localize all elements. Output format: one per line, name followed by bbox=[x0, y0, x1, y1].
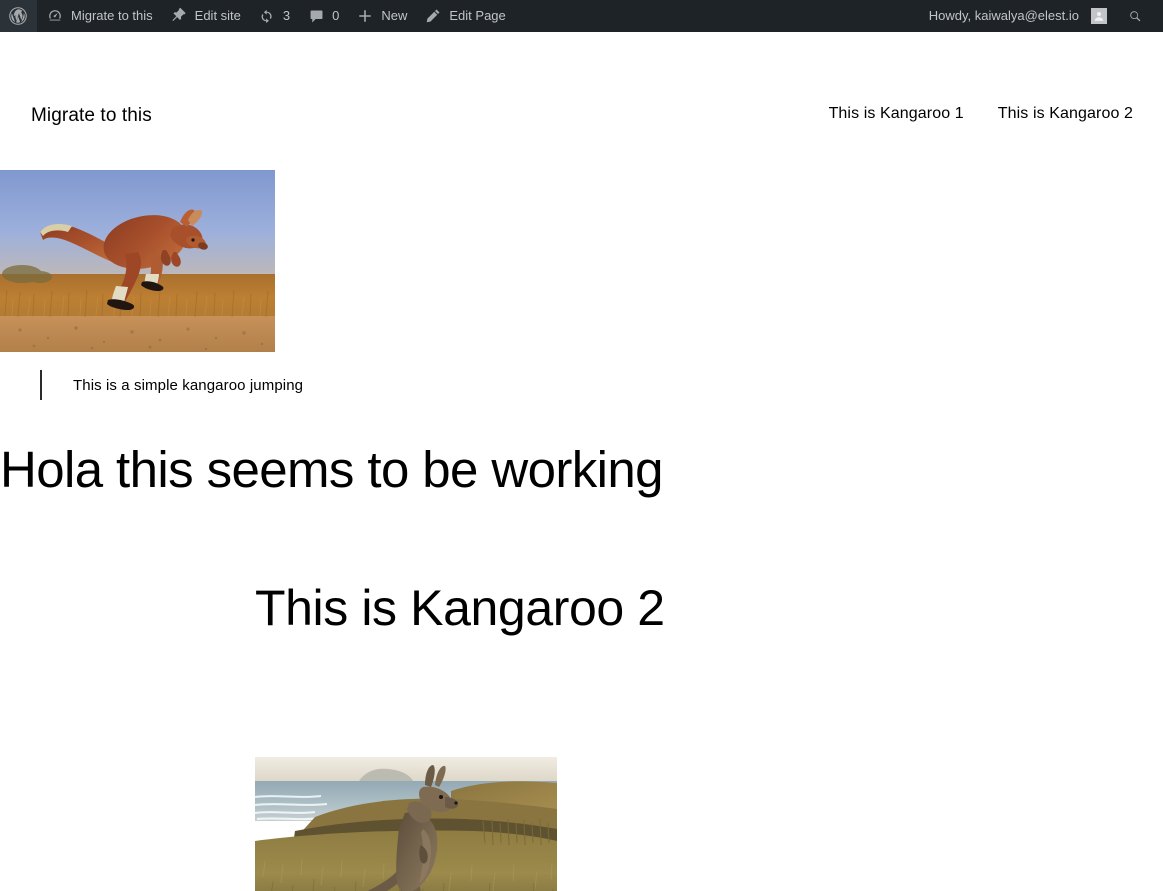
site-title[interactable]: Migrate to this bbox=[31, 105, 152, 127]
admin-bar-my-account[interactable]: Howdy, kaiwalya@elest.io bbox=[921, 0, 1115, 32]
admin-bar-site-name[interactable]: Migrate to this bbox=[37, 0, 161, 32]
grey-kangaroo-coastal-photo bbox=[255, 757, 557, 891]
search-icon bbox=[1125, 6, 1145, 26]
admin-bar-new-content[interactable]: New bbox=[347, 0, 415, 32]
dashboard-icon bbox=[45, 6, 65, 26]
admin-bar-site-name-label: Migrate to this bbox=[71, 0, 153, 32]
site-header: Migrate to this This is Kangaroo 1 This … bbox=[0, 32, 1163, 138]
kangaroo-blockquote-text: This is a simple kangaroo jumping bbox=[73, 377, 303, 394]
admin-bar-edit-page-label: Edit Page bbox=[449, 0, 505, 32]
admin-bar-edit-site[interactable]: Edit site bbox=[161, 0, 249, 32]
wordpress-admin-bar: Migrate to this Edit site 3 bbox=[0, 0, 1163, 32]
admin-bar-right-group: Howdy, kaiwalya@elest.io bbox=[921, 0, 1163, 32]
heading-hola: Hola this seems to be working bbox=[0, 440, 663, 500]
admin-bar-updates-count: 3 bbox=[283, 0, 290, 32]
nav-item-kangaroo-1[interactable]: This is Kangaroo 1 bbox=[829, 105, 964, 123]
primary-navigation: This is Kangaroo 1 This is Kangaroo 2 bbox=[829, 105, 1133, 123]
plus-icon bbox=[355, 6, 375, 26]
pushpin-icon bbox=[169, 6, 189, 26]
admin-bar-left-group: Migrate to this Edit site 3 bbox=[0, 0, 514, 32]
heading-kangaroo-2: This is Kangaroo 2 bbox=[255, 578, 665, 638]
jumping-red-kangaroo-photo bbox=[0, 170, 275, 352]
wordpress-icon bbox=[8, 6, 28, 26]
user-avatar-icon bbox=[1091, 8, 1107, 24]
wp-logo-button[interactable] bbox=[0, 0, 37, 32]
admin-bar-edit-site-label: Edit site bbox=[195, 0, 241, 32]
nav-item-kangaroo-2[interactable]: This is Kangaroo 2 bbox=[998, 105, 1133, 123]
admin-bar-comments[interactable]: 0 bbox=[298, 0, 347, 32]
admin-bar-comments-count: 0 bbox=[332, 0, 339, 32]
comment-bubble-icon bbox=[306, 6, 326, 26]
admin-bar-edit-page[interactable]: Edit Page bbox=[415, 0, 513, 32]
admin-bar-greeting: Howdy, kaiwalya@elest.io bbox=[929, 0, 1079, 32]
admin-bar-search-button[interactable] bbox=[1115, 0, 1155, 32]
admin-bar-updates[interactable]: 3 bbox=[249, 0, 298, 32]
photo-canvas-2 bbox=[255, 757, 557, 891]
admin-bar-new-content-label: New bbox=[381, 0, 407, 32]
pencil-icon bbox=[423, 6, 443, 26]
photo-canvas-1 bbox=[0, 170, 275, 352]
kangaroo-blockquote: This is a simple kangaroo jumping bbox=[40, 370, 303, 400]
update-icon bbox=[257, 6, 277, 26]
